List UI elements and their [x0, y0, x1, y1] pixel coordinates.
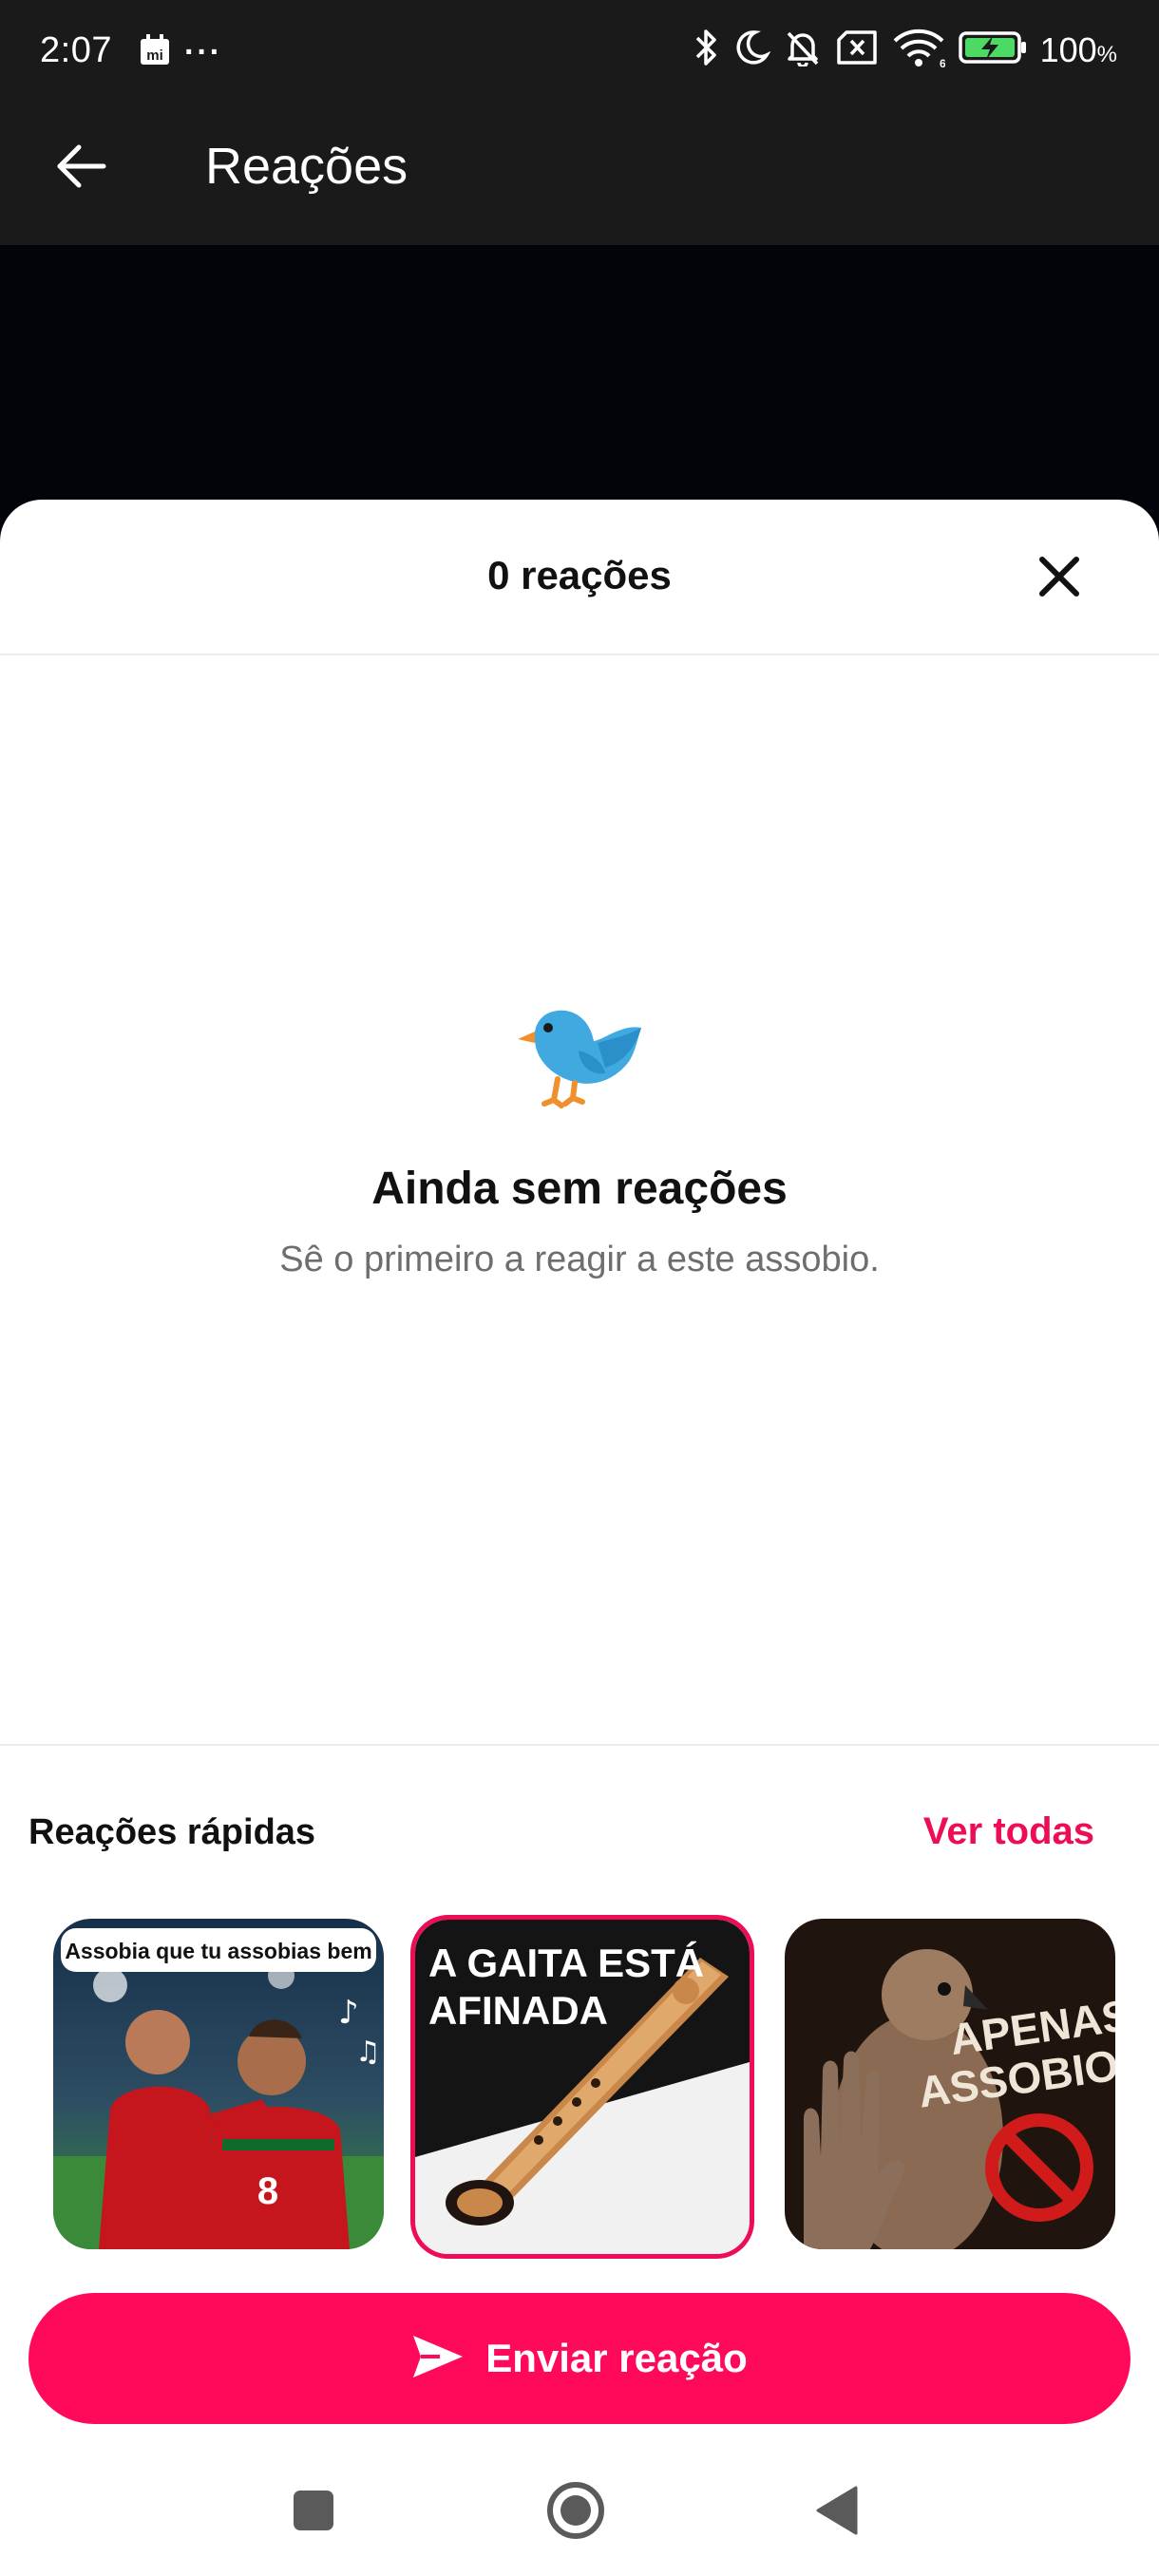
svg-text:6: 6	[940, 57, 945, 67]
status-time: 2:07	[40, 30, 112, 70]
thumb-2-caption-line1: A GAITA ESTÁ	[428, 1941, 704, 1985]
status-bar: 2:07 mi ··· 6 100%	[0, 0, 1159, 106]
close-button[interactable]	[1026, 545, 1092, 612]
reaction-thumb-gaita[interactable]: A GAITA ESTÁ AFINADA	[410, 1915, 754, 2259]
app-bar: Reações	[0, 106, 1159, 245]
see-all-link[interactable]: Ver todas	[923, 1810, 1094, 1853]
recents-square-icon	[291, 2488, 336, 2538]
back-button[interactable]	[48, 135, 114, 201]
mi-calendar-icon: mi	[139, 34, 171, 71]
status-right-icons: 6 100%	[694, 27, 1117, 73]
svg-text:mi: mi	[146, 47, 163, 64]
empty-title: Ainda sem reações	[371, 1164, 788, 1214]
system-back-button[interactable]	[804, 2479, 870, 2546]
svg-text:♪: ♪	[338, 1994, 359, 2032]
bluetooth-icon	[694, 27, 719, 73]
battery-percent: 100%	[1039, 29, 1117, 69]
send-icon	[411, 2334, 465, 2384]
back-triangle-icon	[814, 2486, 860, 2540]
bird-icon	[0, 984, 1159, 1117]
recents-button[interactable]	[280, 2479, 347, 2546]
quick-reactions-title: Reações rápidas	[28, 1812, 316, 1852]
reaction-thumb-football[interactable]: 8 ♪ ♫ Assobia que tu assobias bem	[53, 1919, 384, 2249]
empty-state: Ainda sem reações Sê o primeiro a reagir…	[0, 984, 1159, 1280]
scrim[interactable]	[0, 245, 1159, 502]
page-title: Reações	[205, 138, 408, 195]
quick-reactions-list: 8 ♪ ♫ Assobia que tu assobias bem A GAIT…	[0, 1915, 1159, 2259]
svg-text:♫: ♫	[355, 2036, 381, 2069]
sheet-header: 0 reações	[0, 500, 1159, 655]
close-icon	[1036, 554, 1082, 604]
sim-off-icon	[835, 29, 879, 70]
bell-off-icon	[784, 28, 822, 71]
more-dots: ···	[184, 34, 222, 70]
reactions-sheet: 0 reações Ainda sem reações Sê o primeir…	[0, 500, 1159, 2576]
home-button[interactable]	[542, 2479, 609, 2546]
empty-subtitle: Sê o primeiro a reagir a este assobio.	[279, 1240, 880, 1279]
system-nav-bar	[0, 2449, 1159, 2576]
svg-text:8: 8	[257, 2170, 278, 2212]
battery-charging-icon	[958, 30, 1027, 69]
moon-icon	[732, 28, 771, 71]
wifi-icon: 6	[892, 28, 946, 72]
reaction-thumb-dove[interactable]: APENAS ASSOBIOS	[785, 1919, 1115, 2249]
status-left-icons: mi ···	[139, 34, 222, 71]
reactions-count-title: 0 reações	[487, 553, 672, 597]
arrow-left-icon	[54, 143, 107, 194]
send-reaction-label: Enviar reação	[485, 2336, 748, 2380]
thumb-2-caption-line2: AFINADA	[428, 1988, 608, 2033]
thumb-1-caption: Assobia que tu assobias bem	[65, 1939, 371, 1963]
send-reaction-button[interactable]: Enviar reação	[28, 2293, 1130, 2424]
home-circle-icon	[545, 2480, 606, 2546]
